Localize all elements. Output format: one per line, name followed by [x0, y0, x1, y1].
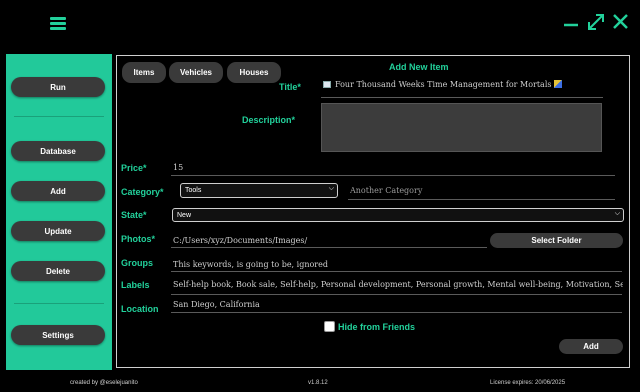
book-icon [323, 81, 331, 88]
price-underline [171, 175, 615, 176]
state-select[interactable]: New ⌵ [172, 208, 624, 222]
form-heading: Add New Item [389, 62, 449, 72]
license-text: License expires: 20/06/2025 [490, 380, 566, 386]
chevron-down-icon: ⌵ [614, 210, 620, 217]
sidebar-divider [14, 303, 104, 304]
groups-underline [171, 271, 622, 272]
labels-label: Labels [121, 280, 150, 290]
location-label: Location [121, 304, 159, 314]
another-category-input[interactable]: Another Category [350, 186, 550, 195]
location-input[interactable]: San Diego, California [173, 300, 473, 309]
groups-input[interactable]: This keywords, is going to be, ignored [173, 260, 473, 269]
sidebar-divider [14, 116, 104, 117]
price-input[interactable]: 15 [173, 163, 373, 172]
tab-houses[interactable]: Houses [227, 62, 281, 83]
title-underline [321, 97, 603, 98]
state-value: New [177, 211, 192, 219]
labels-underline [171, 294, 622, 295]
credits-text: created by @eselejuanito [70, 380, 138, 386]
groups-label: Groups [121, 258, 154, 268]
maximize-icon[interactable] [586, 12, 606, 34]
category-select[interactable]: Tools ⌵ [180, 183, 338, 198]
title-bar [0, 0, 640, 50]
category-label: Category* [121, 187, 164, 197]
add-item-button[interactable]: Add [559, 339, 623, 354]
title-label: Title* [279, 82, 301, 92]
title-value: Four Thousand Weeks Time Management for … [335, 80, 552, 89]
chevron-down-icon: ⌵ [328, 185, 334, 192]
price-label: Price* [121, 163, 147, 173]
title-field[interactable]: Four Thousand Weeks Time Management for … [323, 80, 603, 89]
hide-from-friends-checkbox[interactable] [324, 321, 335, 332]
photos-underline [171, 247, 487, 248]
hide-from-friends-label: Hide from Friends [338, 322, 416, 332]
tab-items[interactable]: Items [122, 62, 166, 83]
close-icon[interactable] [611, 12, 631, 34]
sidebar: Run Database Add Update Delete Settings [6, 54, 112, 370]
hamburger-menu-icon[interactable] [50, 16, 68, 32]
minimize-icon[interactable] [562, 12, 582, 34]
select-folder-button[interactable]: Select Folder [490, 233, 623, 248]
description-label: Description* [242, 115, 296, 125]
location-underline [171, 312, 622, 313]
delete-button[interactable]: Delete [11, 261, 105, 281]
labels-input[interactable]: Self-help book, Book sale, Self-help, Pe… [173, 280, 623, 289]
another-category-underline [348, 199, 615, 200]
photos-path-input[interactable]: C:/Users/xyz/Documents/Images/ [173, 236, 473, 245]
emoji-icon [554, 80, 563, 88]
description-textarea[interactable] [321, 103, 602, 152]
run-button[interactable]: Run [11, 77, 105, 97]
version-text: v1.8.12 [308, 380, 328, 386]
category-value: Tools [185, 187, 202, 194]
tab-vehicles[interactable]: Vehicles [169, 62, 223, 83]
database-button[interactable]: Database [11, 141, 105, 161]
update-button[interactable]: Update [11, 221, 105, 241]
main-panel: Items Vehicles Houses Add New Item Title… [116, 55, 630, 368]
settings-button[interactable]: Settings [11, 325, 105, 345]
add-button-sidebar[interactable]: Add [11, 181, 105, 201]
photos-label: Photos* [121, 234, 156, 244]
state-label: State* [121, 210, 147, 220]
